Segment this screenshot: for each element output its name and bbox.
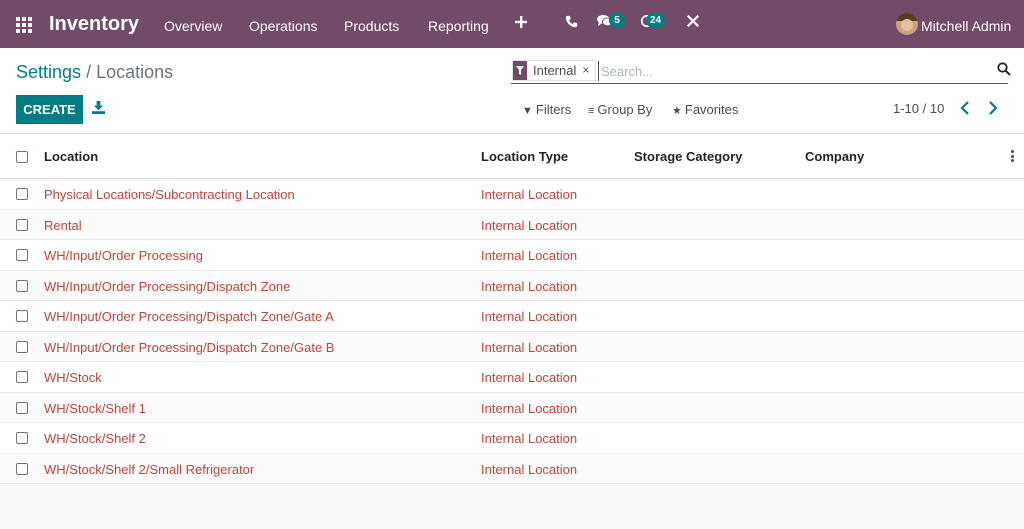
chat-count-badge: 5 <box>609 13 625 28</box>
column-storage-category[interactable]: Storage Category <box>634 149 742 164</box>
location-name[interactable]: WH/Stock/Shelf 2 <box>44 431 146 446</box>
menu-products[interactable]: Products <box>344 18 399 34</box>
table-row[interactable]: WH/Input/Order Processing Internal Locati… <box>0 240 1024 271</box>
location-name[interactable]: WH/Input/Order Processing/Dispatch Zone <box>44 279 290 294</box>
table-body: Physical Locations/Subcontracting Locati… <box>0 179 1024 484</box>
control-panel: Settings / Locations Internal × CREATE ▼… <box>0 48 1024 134</box>
breadcrumb-separator: / <box>86 62 92 82</box>
breadcrumb-current: Locations <box>96 62 174 82</box>
location-type: Internal Location <box>481 187 578 202</box>
row-checkbox[interactable] <box>16 462 28 475</box>
row-checkbox[interactable] <box>16 432 28 444</box>
facet-label: Internal <box>533 63 577 78</box>
optional-columns-icon[interactable] <box>1011 150 1014 162</box>
search-bar: Internal × <box>511 59 1011 84</box>
menu-overview[interactable]: Overview <box>164 18 222 34</box>
table-row[interactable]: WH/Input/Order Processing/Dispatch Zone/… <box>0 331 1024 362</box>
row-checkbox[interactable] <box>16 188 28 200</box>
select-all-checkbox[interactable] <box>16 151 28 163</box>
table-row[interactable]: Physical Locations/Subcontracting Locati… <box>0 179 1024 210</box>
table-row[interactable]: WH/Input/Order Processing/Dispatch Zone I… <box>0 270 1024 301</box>
star-icon: ★ <box>672 105 682 117</box>
location-name[interactable]: WH/Input/Order Processing/Dispatch Zone/… <box>44 340 334 355</box>
row-checkbox[interactable] <box>16 401 28 414</box>
group-by-button[interactable]: ≡ Group By <box>588 102 652 117</box>
user-name[interactable]: Mitchell Admin <box>921 18 1011 34</box>
location-type: Internal Location <box>481 248 578 263</box>
location-type: Internal Location <box>481 400 578 416</box>
locations-list: Location Location Type Storage Category … <box>0 134 1024 484</box>
search-facet: Internal × <box>512 60 597 81</box>
location-type: Internal Location <box>481 278 578 294</box>
search-input[interactable] <box>598 61 978 81</box>
location-name[interactable]: WH/Input/Order Processing <box>44 248 203 263</box>
top-navbar: Inventory Overview Operations Products R… <box>0 0 1024 48</box>
row-checkbox[interactable] <box>16 340 28 353</box>
user-avatar[interactable] <box>896 13 918 35</box>
row-checkbox[interactable] <box>16 249 28 261</box>
table-row[interactable]: WH/Stock/Shelf 2 Internal Location <box>0 423 1024 454</box>
group-by-label: Group By <box>597 102 653 117</box>
search-icon[interactable] <box>997 62 1011 76</box>
pager-value[interactable]: 1-10 / 10 <box>893 101 944 116</box>
app-name[interactable]: Inventory <box>49 13 139 36</box>
column-company[interactable]: Company <box>805 149 864 164</box>
row-checkbox[interactable] <box>16 371 28 383</box>
activity-count-badge: 24 <box>646 13 666 28</box>
table-header: Location Location Type Storage Category … <box>0 134 1024 179</box>
menu-reporting[interactable]: Reporting <box>428 18 489 34</box>
location-name[interactable]: WH/Stock/Shelf 1 <box>44 401 146 416</box>
column-location[interactable]: Location <box>44 149 98 164</box>
location-type: Internal Location <box>481 370 578 385</box>
location-name[interactable]: WH/Stock/Shelf 2/Small Refrigerator <box>44 462 254 477</box>
table-row[interactable]: WH/Stock/Shelf 1 Internal Location <box>0 392 1024 423</box>
location-type: Internal Location <box>481 217 578 233</box>
location-name[interactable]: WH/Stock <box>44 370 102 385</box>
row-checkbox[interactable] <box>16 279 28 292</box>
filters-label: Filters <box>535 102 572 117</box>
tools-icon[interactable] <box>683 14 703 34</box>
filter-funnel-icon: ▼ <box>522 105 533 117</box>
download-icon[interactable] <box>92 101 106 115</box>
menu-operations[interactable]: Operations <box>249 18 317 34</box>
breadcrumb: Settings / Locations <box>16 62 173 83</box>
favorites-button[interactable]: ★ Favorites <box>672 102 738 117</box>
favorites-label: Favorites <box>684 102 739 117</box>
location-type: Internal Location <box>481 431 578 446</box>
row-checkbox[interactable] <box>16 218 28 231</box>
location-type: Internal Location <box>481 339 578 355</box>
column-location-type[interactable]: Location Type <box>481 149 568 164</box>
filters-button[interactable]: ▼ Filters <box>522 102 571 117</box>
breadcrumb-settings[interactable]: Settings <box>16 62 81 82</box>
row-checkbox[interactable] <box>16 310 28 322</box>
apps-menu-icon[interactable] <box>16 17 32 33</box>
location-name[interactable]: WH/Input/Order Processing/Dispatch Zone/… <box>44 309 334 324</box>
list-icon: ≡ <box>588 105 595 117</box>
location-name[interactable]: Rental <box>44 218 82 233</box>
facet-remove-button[interactable]: × <box>582 61 595 80</box>
plus-icon[interactable] <box>511 14 531 34</box>
location-name[interactable]: Physical Locations/Subcontracting Locati… <box>44 187 295 202</box>
table-row[interactable]: WH/Stock/Shelf 2/Small Refrigerator Inter… <box>0 453 1024 484</box>
chevron-right-icon[interactable] <box>988 101 1002 117</box>
filter-icon <box>513 61 527 80</box>
table-row[interactable]: Rental Internal Location <box>0 209 1024 240</box>
table-row[interactable]: WH/Stock Internal Location <box>0 362 1024 393</box>
location-type: Internal Location <box>481 461 578 477</box>
table-row[interactable]: WH/Input/Order Processing/Dispatch Zone/… <box>0 301 1024 332</box>
phone-icon[interactable] <box>561 14 581 34</box>
location-type: Internal Location <box>481 309 578 324</box>
chevron-left-icon[interactable] <box>960 101 974 117</box>
create-button[interactable]: CREATE <box>16 95 83 124</box>
